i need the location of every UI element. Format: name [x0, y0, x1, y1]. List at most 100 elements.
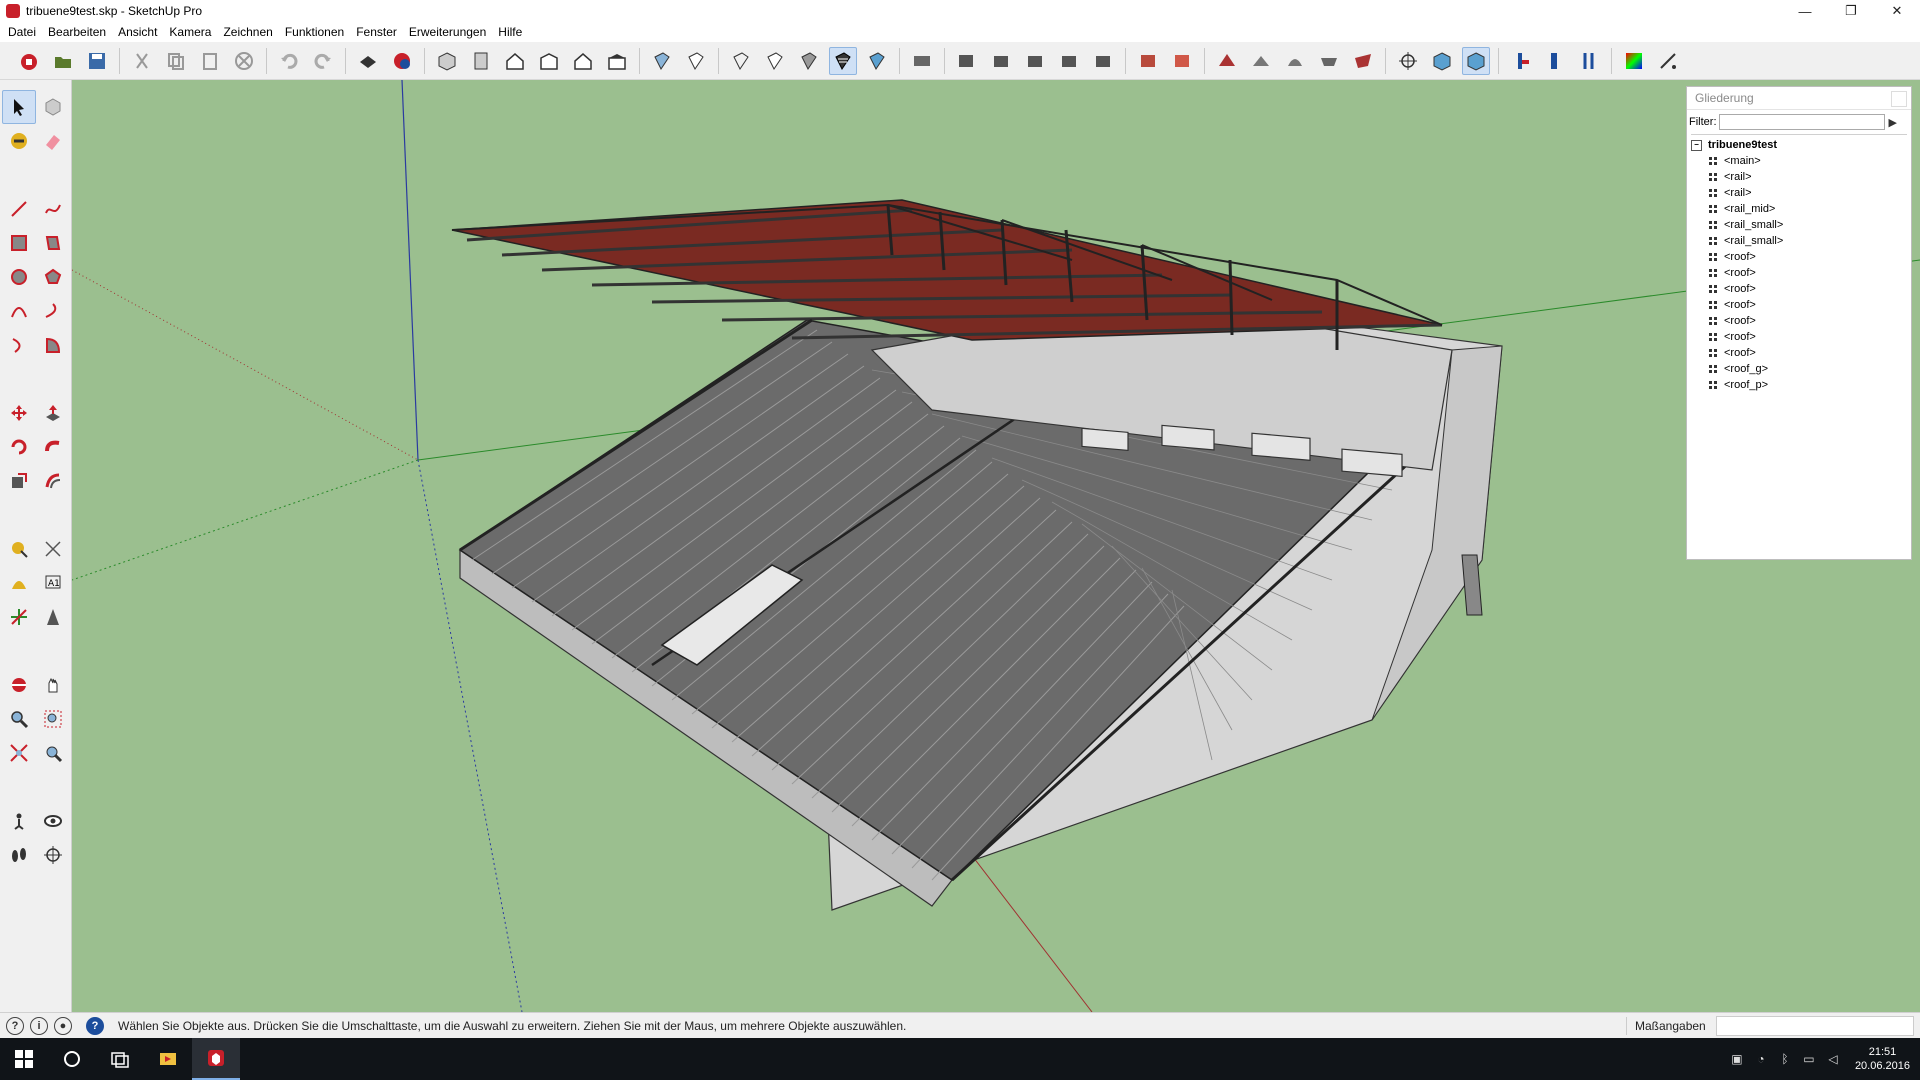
polygon-tool-icon[interactable] [36, 260, 70, 294]
filter-input[interactable] [1718, 114, 1885, 130]
close-button[interactable]: ✕ [1874, 0, 1920, 22]
collapse-icon[interactable]: − [1691, 139, 1702, 151]
menu-datei[interactable]: Datei [4, 25, 44, 39]
orbit-tool-icon[interactable] [2, 668, 36, 702]
two-point-arc-icon[interactable] [36, 294, 70, 328]
stamp-icon[interactable] [1315, 47, 1343, 75]
shaded-icon[interactable] [795, 47, 823, 75]
model-info-icon[interactable] [388, 47, 416, 75]
rotated-rectangle-icon[interactable] [36, 226, 70, 260]
select-tool-icon[interactable] [2, 90, 36, 124]
paint-bucket-icon[interactable] [2, 124, 36, 158]
tape-measure-icon[interactable] [2, 532, 36, 566]
new-file-icon[interactable] [15, 47, 43, 75]
shaded-textures-icon[interactable] [829, 46, 857, 75]
text-tool-icon[interactable]: A1 [36, 566, 70, 600]
tree-root-node[interactable]: − tribuene9test [1691, 137, 1907, 153]
tree-node[interactable]: <rail> [1691, 185, 1907, 201]
sketchup-task-icon[interactable] [192, 1038, 240, 1080]
nvidia-icon[interactable]: ▣ [1729, 1051, 1745, 1067]
sandbox-from-contours-icon[interactable] [1213, 47, 1241, 75]
volume-icon[interactable]: ◁ [1825, 1051, 1841, 1067]
axes-tool-icon[interactable] [2, 600, 36, 634]
line-tool-icon[interactable] [2, 192, 36, 226]
section-cut-icon[interactable] [1541, 47, 1569, 75]
push-pull-icon[interactable] [36, 396, 70, 430]
section-plane-tool-icon[interactable] [36, 838, 70, 872]
filter-options-icon[interactable]: ▶ [1889, 116, 1901, 129]
layer-icon-4[interactable] [1055, 47, 1083, 75]
walk-tool-icon[interactable] [2, 838, 36, 872]
minimize-button[interactable]: — [1782, 0, 1828, 22]
menu-fenster[interactable]: Fenster [352, 25, 405, 39]
tree-node[interactable]: <rail_small> [1691, 233, 1907, 249]
copy-icon[interactable] [162, 47, 190, 75]
move-tool-icon[interactable] [2, 396, 36, 430]
offset-tool-icon[interactable] [36, 464, 70, 498]
sandbox-from-scratch-icon[interactable] [1247, 47, 1275, 75]
extensions-icon[interactable] [1654, 47, 1682, 75]
model-viewport[interactable] [72, 80, 1920, 1012]
battery-icon[interactable]: ▭ [1801, 1051, 1817, 1067]
circle-tool-icon[interactable] [2, 260, 36, 294]
layer-icon-2[interactable] [987, 47, 1015, 75]
geo-location-status-icon[interactable]: ? [6, 1016, 24, 1035]
open-file-icon[interactable] [49, 47, 77, 75]
hidden-line-icon[interactable] [761, 47, 789, 75]
iso-view-icon[interactable] [433, 47, 461, 75]
erase-icon[interactable] [230, 47, 258, 75]
front-view-icon[interactable] [501, 47, 529, 75]
freehand-tool-icon[interactable] [36, 192, 70, 226]
protractor-icon[interactable] [2, 566, 36, 600]
monochrome-icon[interactable] [863, 47, 891, 75]
menu-kamera[interactable]: Kamera [165, 25, 219, 39]
menu-erweiterungen[interactable]: Erweiterungen [405, 25, 494, 39]
tree-node[interactable]: <roof> [1691, 265, 1907, 281]
look-around-icon[interactable] [36, 804, 70, 838]
tree-node[interactable]: <roof_p> [1691, 377, 1907, 393]
wireframe-icon[interactable] [727, 47, 755, 75]
pan-tool-icon[interactable] [36, 668, 70, 702]
cut-icon[interactable] [128, 47, 156, 75]
pie-tool-icon[interactable] [36, 328, 70, 362]
layer-icon-5[interactable] [1089, 47, 1117, 75]
tree-node[interactable]: <rail_mid> [1691, 201, 1907, 217]
left-view-icon[interactable] [603, 47, 631, 75]
menu-zeichnen[interactable]: Zeichnen [219, 25, 280, 39]
start-icon[interactable] [0, 1038, 48, 1080]
wifi-icon[interactable]: ◔ [1753, 1051, 1769, 1067]
scale-tool-icon[interactable] [2, 464, 36, 498]
instructor-help-icon[interactable]: ? [86, 1016, 104, 1035]
tree-node[interactable]: <roof> [1691, 281, 1907, 297]
undo-icon[interactable] [275, 47, 303, 75]
file-explorer-task-icon[interactable] [144, 1038, 192, 1080]
back-view-icon[interactable] [569, 47, 597, 75]
solid-union-icon[interactable] [1134, 47, 1162, 75]
tree-node[interactable]: <roof_g> [1691, 361, 1907, 377]
zoom-tool-icon[interactable] [2, 702, 36, 736]
axes-icon[interactable] [1394, 47, 1422, 75]
tree-node[interactable]: <roof> [1691, 297, 1907, 313]
search-icon[interactable] [48, 1038, 96, 1080]
color-picker-icon[interactable] [1620, 47, 1648, 75]
position-camera-icon[interactable] [2, 804, 36, 838]
dimension-view-icon[interactable] [1462, 46, 1490, 75]
previous-view-icon[interactable] [36, 736, 70, 770]
tree-node[interactable]: <roof> [1691, 345, 1907, 361]
bluetooth-icon[interactable]: ᛒ [1777, 1051, 1793, 1067]
rotate-tool-icon[interactable] [2, 430, 36, 464]
clock[interactable]: 21:51 20.06.2016 [1855, 1045, 1910, 1073]
credits-icon[interactable]: i [30, 1016, 48, 1035]
task-view-icon[interactable] [96, 1038, 144, 1080]
section-display-icon[interactable] [1575, 47, 1603, 75]
tree-node[interactable]: <rail> [1691, 169, 1907, 185]
right-view-icon[interactable] [535, 47, 563, 75]
smoove-icon[interactable] [1281, 47, 1309, 75]
menu-funktionen[interactable]: Funktionen [281, 25, 352, 39]
tree-node[interactable]: <main> [1691, 153, 1907, 169]
measurements-input[interactable] [1716, 1016, 1914, 1036]
user-account-icon[interactable]: ● [54, 1016, 72, 1035]
component-icon[interactable] [908, 47, 936, 75]
menu-bearbeiten[interactable]: Bearbeiten [44, 25, 114, 39]
tree-node[interactable]: <roof> [1691, 313, 1907, 329]
